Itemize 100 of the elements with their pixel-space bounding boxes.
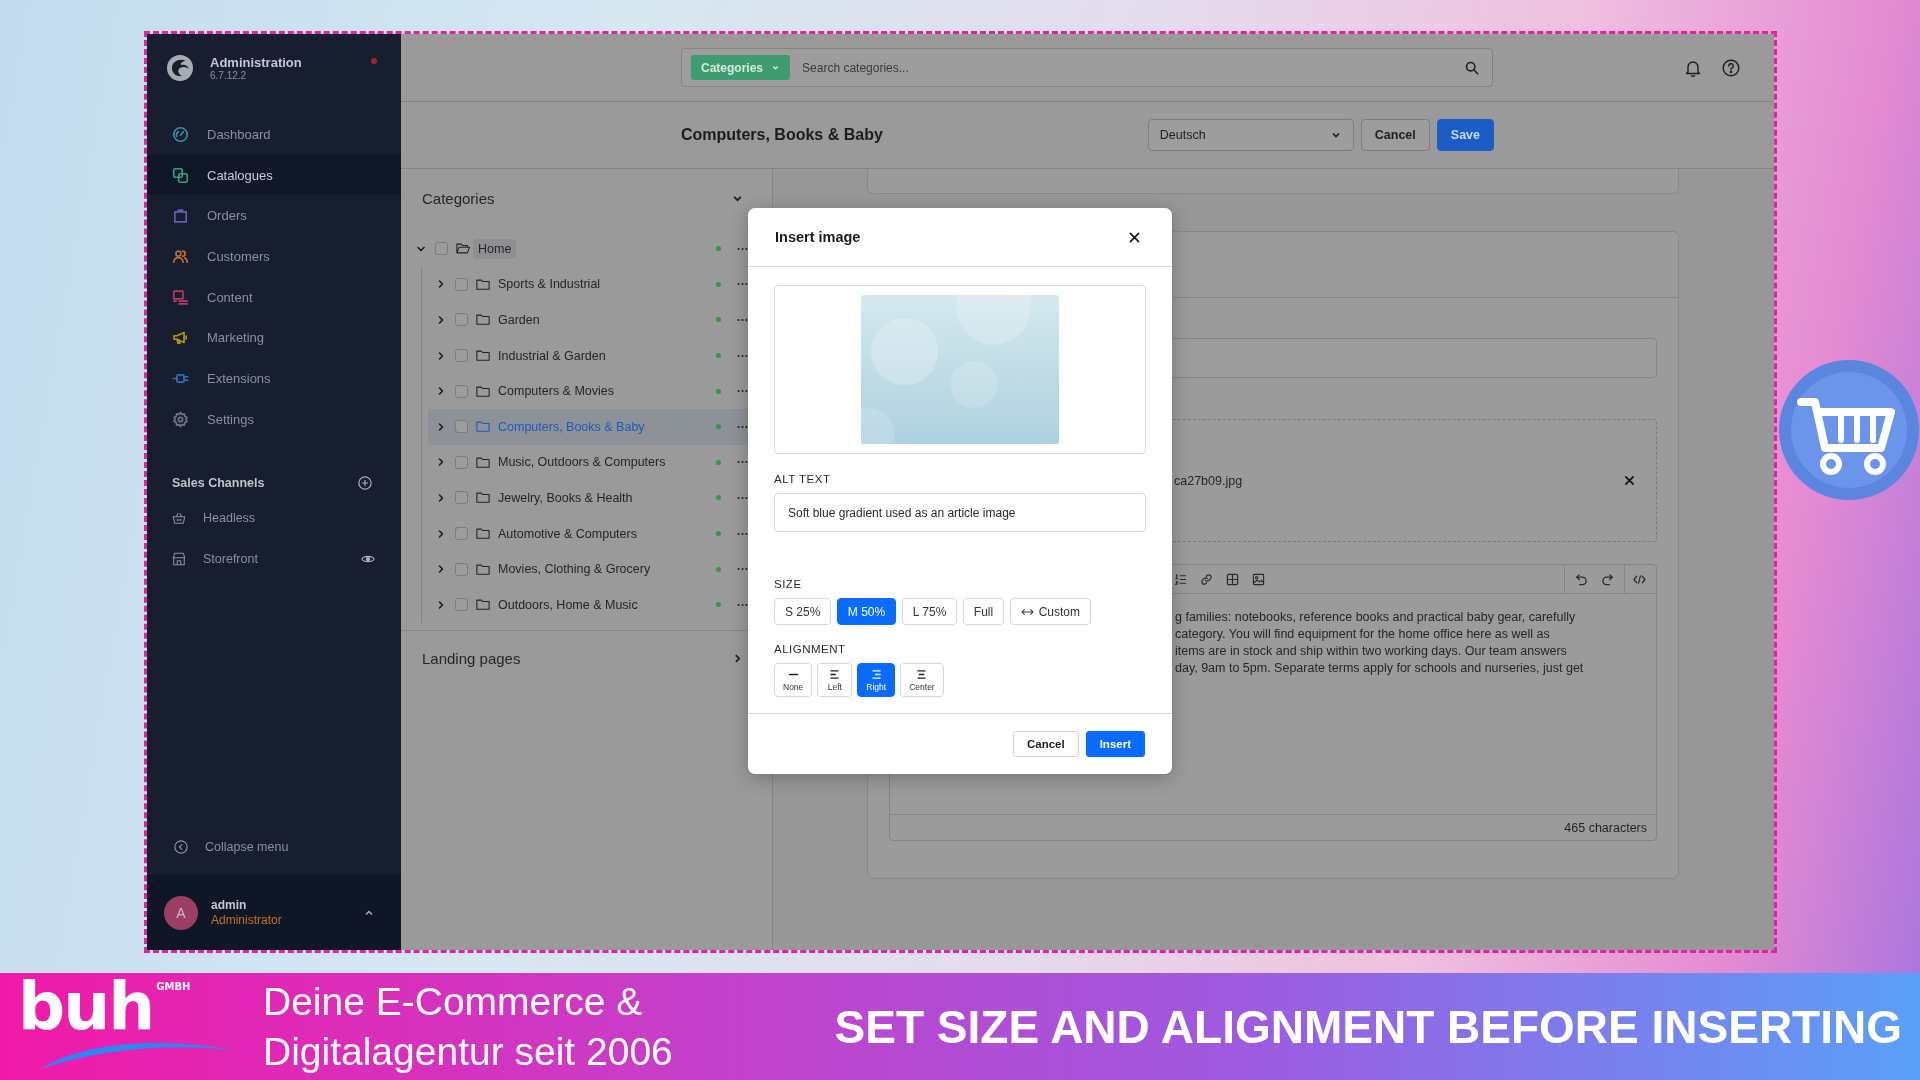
align-center-icon: [916, 669, 928, 679]
tree-row[interactable]: Movies, Clothing & Grocery: [428, 551, 772, 587]
search-icon[interactable]: [1465, 60, 1479, 75]
checkbox[interactable]: [435, 242, 448, 256]
close-icon[interactable]: [1129, 231, 1140, 243]
add-circle-icon[interactable]: [358, 475, 372, 490]
file-name: ca27b09.jpg: [1174, 473, 1243, 488]
cancel-button[interactable]: Cancel: [1012, 731, 1079, 757]
folder-icon: [476, 384, 490, 398]
alignment-option-button[interactable]: Right: [857, 663, 896, 697]
image-icon[interactable]: [1252, 572, 1265, 586]
cancel-button[interactable]: Cancel: [1360, 119, 1430, 151]
category-label: Jewelry, Books & Health: [497, 489, 634, 507]
tree-row[interactable]: Outdoors, Home & Music: [428, 586, 772, 623]
nav-item[interactable]: Settings: [147, 398, 401, 440]
nav-item[interactable]: Content: [147, 276, 401, 318]
link-icon[interactable]: [1200, 572, 1213, 586]
version-label: 6.7.12.2: [210, 69, 248, 82]
redo-icon[interactable]: [1601, 572, 1614, 586]
more-options-icon[interactable]: [737, 567, 748, 572]
chevron-icon[interactable]: [436, 457, 446, 468]
size-option-button[interactable]: L 75%: [901, 598, 958, 625]
help-icon[interactable]: [1722, 58, 1740, 77]
chevron-icon[interactable]: [436, 599, 446, 610]
checkbox[interactable]: [455, 420, 468, 434]
tree-row[interactable]: Garden: [428, 302, 772, 338]
more-options-icon[interactable]: [737, 282, 748, 287]
chevron-icon[interactable]: [436, 564, 446, 575]
nav-item[interactable]: Marketing: [147, 317, 401, 359]
save-button[interactable]: Save: [1436, 119, 1494, 151]
size-option-button[interactable]: M 50%: [836, 598, 897, 625]
more-options-icon[interactable]: [737, 246, 748, 251]
language-select[interactable]: Deutsch: [1147, 119, 1354, 151]
nav-item[interactable]: Dashboard: [147, 114, 401, 155]
section-heading: Sales Channels: [172, 475, 265, 490]
close-icon[interactable]: [1624, 475, 1635, 486]
undo-icon[interactable]: [1575, 572, 1588, 586]
chevron-icon[interactable]: [436, 492, 446, 503]
numbered-list-icon[interactable]: [1174, 572, 1187, 586]
landing-pages-section[interactable]: Landing pages: [401, 630, 772, 687]
checkbox[interactable]: [455, 277, 468, 291]
chevron-icon[interactable]: [436, 528, 446, 539]
code-icon[interactable]: [1633, 572, 1646, 586]
nav-item[interactable]: Customers: [147, 236, 401, 277]
tree-row[interactable]: Computers & Movies: [428, 373, 772, 409]
chevron-icon[interactable]: [436, 279, 446, 290]
size-option-button[interactable]: Full: [962, 598, 1005, 625]
alignment-option-button[interactable]: Left: [817, 663, 853, 697]
chevron-icon[interactable]: [436, 350, 446, 361]
alignment-option-button[interactable]: Center: [900, 663, 944, 697]
chevron-icon[interactable]: [436, 386, 446, 397]
double-arrow-icon: [1020, 607, 1034, 616]
checkbox[interactable]: [455, 313, 468, 327]
category-label: Industrial & Garden: [497, 347, 607, 365]
checkbox[interactable]: [455, 598, 468, 612]
more-options-icon[interactable]: [737, 424, 748, 429]
tree-row[interactable]: Jewelry, Books & Health: [428, 480, 772, 516]
sales-channel-item[interactable]: Storefront: [147, 538, 401, 580]
tree-row[interactable]: Music, Outdoors & Computers: [428, 444, 772, 481]
tree-row[interactable]: Home: [408, 231, 772, 267]
checkbox[interactable]: [455, 491, 468, 505]
nav-item[interactable]: Extensions: [147, 358, 401, 399]
field-label: ALIGNMENT: [774, 643, 846, 655]
checkbox[interactable]: [455, 527, 468, 541]
checkbox[interactable]: [455, 562, 468, 576]
chevron-icon[interactable]: [436, 315, 446, 325]
tree-row[interactable]: Sports & Industrial: [428, 266, 772, 303]
more-options-icon[interactable]: [737, 495, 748, 500]
collapse-menu-button[interactable]: Collapse menu: [147, 826, 299, 868]
insert-button[interactable]: Insert: [1085, 731, 1145, 757]
checkbox[interactable]: [455, 384, 468, 398]
tree-row[interactable]: Automotive & Computers: [428, 515, 772, 552]
checkbox[interactable]: [455, 455, 468, 469]
alt-text-input[interactable]: Soft blue gradient used as an article image: [774, 493, 1146, 532]
nav-item[interactable]: Orders: [147, 195, 401, 237]
more-options-icon[interactable]: [737, 389, 748, 394]
app-name: Administration: [210, 54, 302, 70]
folder-icon: [476, 598, 490, 612]
more-options-icon[interactable]: [737, 602, 748, 607]
category-label: Computers, Books & Baby: [497, 418, 646, 436]
eye-icon[interactable]: [361, 554, 375, 564]
category-label: Garden: [497, 312, 541, 329]
more-options-icon[interactable]: [737, 318, 748, 322]
size-option-button[interactable]: Custom: [1009, 598, 1091, 625]
tree-row[interactable]: Industrial & Garden: [428, 337, 772, 374]
checkbox[interactable]: [455, 349, 468, 363]
more-options-icon[interactable]: [737, 460, 748, 465]
panel-title: Categories: [422, 189, 495, 207]
chevron-down-icon: [771, 63, 781, 72]
alignment-option-button[interactable]: None: [774, 663, 813, 697]
more-options-icon[interactable]: [737, 353, 748, 358]
nav-item[interactable]: Catalogues: [147, 154, 401, 196]
store-icon: [172, 552, 186, 566]
sales-channel-item[interactable]: Headless: [147, 497, 401, 539]
category-label: Home: [473, 238, 517, 259]
size-option-button[interactable]: S 25%: [774, 598, 832, 625]
bell-icon[interactable]: [1684, 58, 1702, 77]
more-options-icon[interactable]: [737, 531, 748, 536]
chevron-icon[interactable]: [436, 421, 446, 432]
table-icon[interactable]: [1226, 572, 1239, 586]
